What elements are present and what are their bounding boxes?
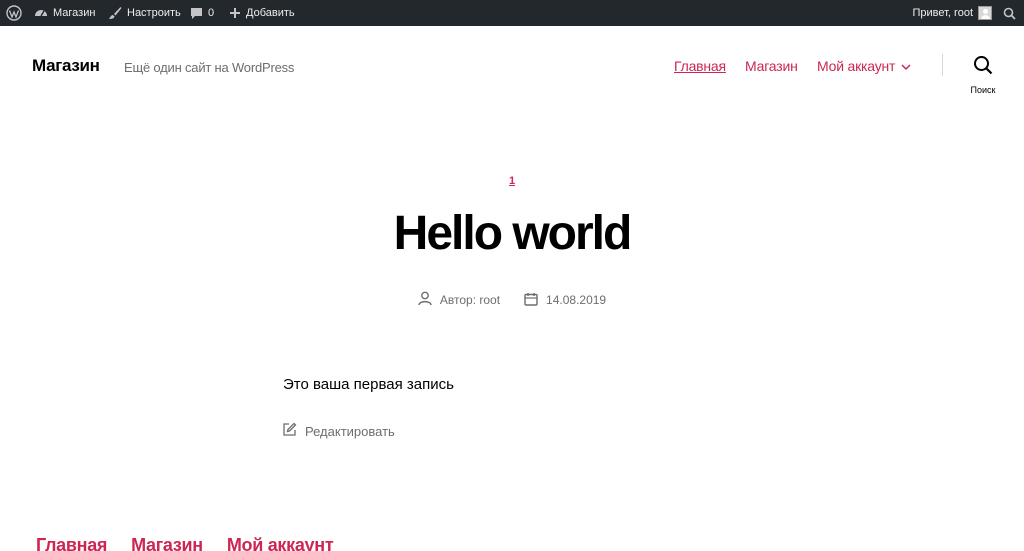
nav-item-home[interactable]: Главная (674, 58, 726, 74)
admin-bar-new-label: Добавить (246, 7, 295, 19)
admin-bar-comments[interactable]: 0 (190, 0, 214, 26)
admin-bar-customize[interactable]: Настроить (108, 0, 181, 26)
nav-item-account[interactable]: Мой аккаунт (817, 58, 911, 74)
footer-item-home[interactable]: Главная (36, 535, 107, 551)
admin-bar: Магазин Настроить 0 Добавить Привет, roo… (0, 0, 1024, 26)
admin-bar-comments-count: 0 (208, 7, 215, 19)
wordpress-logo-icon[interactable] (6, 0, 22, 26)
post-meta: Автор: root 14.08.2019 (0, 291, 1024, 309)
edit-icon (282, 422, 297, 440)
post-category-link[interactable]: 1 (509, 175, 515, 187)
post-author-label: Автор: root (439, 293, 501, 307)
post-category: 1 (0, 171, 1024, 189)
comment-bubble-icon (190, 7, 203, 20)
edit-post-label: Редактировать (305, 423, 395, 439)
admin-bar-site-name: Магазин (53, 7, 96, 19)
admin-bar-greeting: Привет, root (912, 7, 973, 19)
admin-bar-search-icon[interactable] (1003, 0, 1016, 26)
header-divider (942, 54, 943, 76)
admin-bar-new[interactable]: Добавить (229, 0, 295, 26)
post-content: Это ваша первая запись (283, 376, 454, 393)
post-author[interactable]: Автор: root (418, 291, 500, 309)
nav-item-shop[interactable]: Магазин (745, 58, 798, 74)
admin-bar-account[interactable]: Привет, root (912, 0, 992, 26)
user-avatar-icon (978, 6, 992, 20)
site-title[interactable]: Магазин (32, 56, 100, 76)
dashboard-icon (34, 6, 48, 20)
plus-icon (229, 7, 241, 19)
post-date-label: 14.08.2019 (546, 293, 607, 307)
admin-bar-site-link[interactable]: Магазин (34, 0, 95, 26)
admin-bar-customize-label: Настроить (127, 7, 181, 19)
search-icon (973, 55, 993, 80)
edit-post-link[interactable]: Редактировать (282, 422, 395, 440)
post-title: Hello world (393, 207, 633, 260)
brush-icon (108, 6, 122, 20)
footer-menu: Главная Магазин Мой аккаунт (36, 535, 334, 551)
footer-item-account[interactable]: Мой аккаунт (227, 535, 334, 551)
footer-item-shop[interactable]: Магазин (131, 535, 203, 551)
nav-item-account-label: Мой аккаунт (817, 58, 896, 74)
site-description: Ещё один сайт на WordPress (124, 60, 295, 75)
search-toggle-button[interactable]: Поиск (963, 55, 1003, 95)
search-toggle-label: Поиск (970, 85, 996, 95)
chevron-down-icon[interactable] (901, 58, 911, 74)
post-date[interactable]: 14.08.2019 (524, 291, 606, 309)
user-icon (418, 291, 432, 309)
calendar-icon (524, 292, 538, 309)
